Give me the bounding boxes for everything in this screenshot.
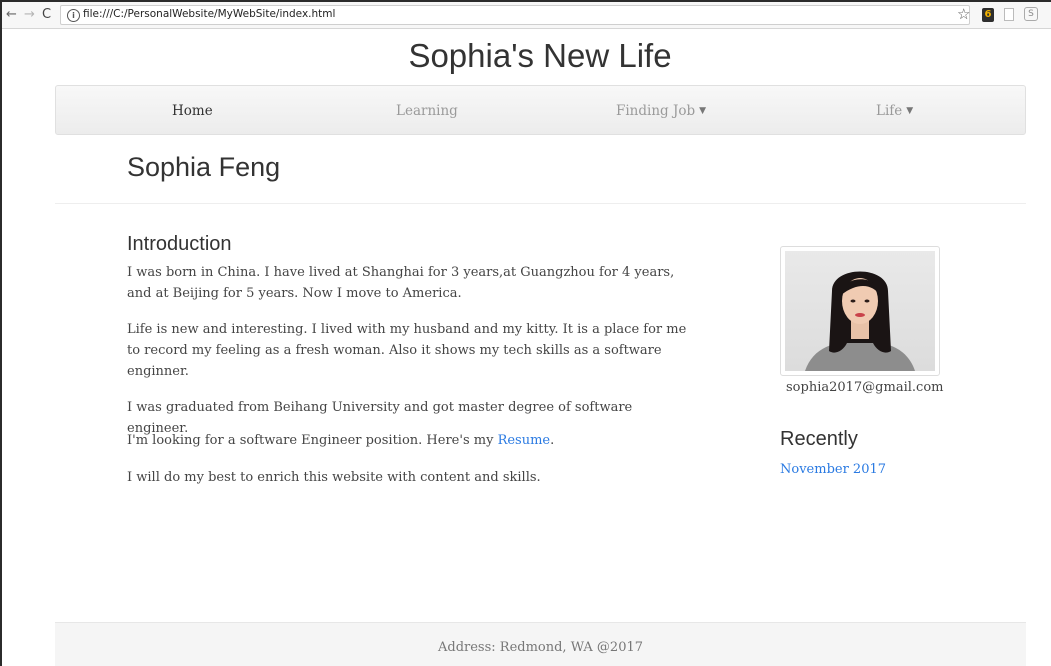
recently-link-november-2017[interactable]: November 2017 (780, 462, 886, 477)
url-text[interactable]: file:///C:/PersonalWebsite/MyWebSite/ind… (83, 8, 335, 20)
extension-icon[interactable]: 6 (982, 8, 994, 22)
reader-extension-icon[interactable] (1004, 8, 1014, 21)
nav-item-finding-job[interactable]: Finding Job ▼ (616, 103, 706, 119)
nav-item-learning[interactable]: Learning (396, 103, 458, 119)
caret-down-icon: ▼ (906, 106, 914, 116)
bookmark-star-icon[interactable]: ☆ (957, 5, 970, 23)
extension-s-icon[interactable]: S (1024, 7, 1038, 21)
resume-link[interactable]: Resume (498, 433, 551, 448)
browser-toolbar: ← → C i file:///C:/PersonalWebsite/MyWeb… (2, 2, 1051, 29)
window-frame-left (0, 0, 2, 666)
intro-paragraph-2: Life is new and interesting. I lived wit… (127, 322, 687, 379)
footer: Address: Redmond, WA @2017 (55, 622, 1026, 666)
resume-sentence: I'm looking for a software Engineer posi… (127, 433, 498, 448)
navbar: Home Learning Finding Job ▼ Life ▼ (55, 85, 1026, 135)
profile-email: sophia2017@gmail.com (786, 380, 944, 395)
site-title: Sophia's New Life (408, 37, 672, 74)
profile-photo (780, 246, 940, 376)
reload-icon[interactable]: C (42, 7, 51, 23)
intro-heading: Introduction (127, 233, 232, 255)
info-icon[interactable]: i (67, 9, 80, 22)
intro-paragraph-1: I was born in China. I have lived at Sha… (127, 265, 675, 301)
portrait-image (785, 251, 935, 371)
back-arrow-icon[interactable]: ← (6, 7, 17, 23)
footer-address: Address: Redmond, WA @2017 (437, 640, 644, 655)
divider (55, 203, 1026, 204)
nav-item-finding-job-label: Finding Job (616, 103, 696, 119)
recently-heading: Recently (780, 428, 858, 450)
resume-sentence-end: . (550, 433, 555, 448)
profile-name: Sophia Feng (127, 152, 281, 182)
caret-down-icon: ▼ (699, 106, 707, 116)
intro-paragraph-5: I will do my best to enrich this website… (127, 470, 541, 485)
nav-item-life[interactable]: Life ▼ (876, 103, 913, 119)
intro-paragraph-4: I'm looking for a software Engineer posi… (127, 430, 687, 451)
nav-item-home[interactable]: Home (172, 103, 213, 119)
forward-arrow-icon[interactable]: → (24, 7, 35, 23)
nav-item-life-label: Life (876, 103, 903, 119)
address-bar[interactable]: i file:///C:/PersonalWebsite/MyWebSite/i… (60, 5, 970, 25)
